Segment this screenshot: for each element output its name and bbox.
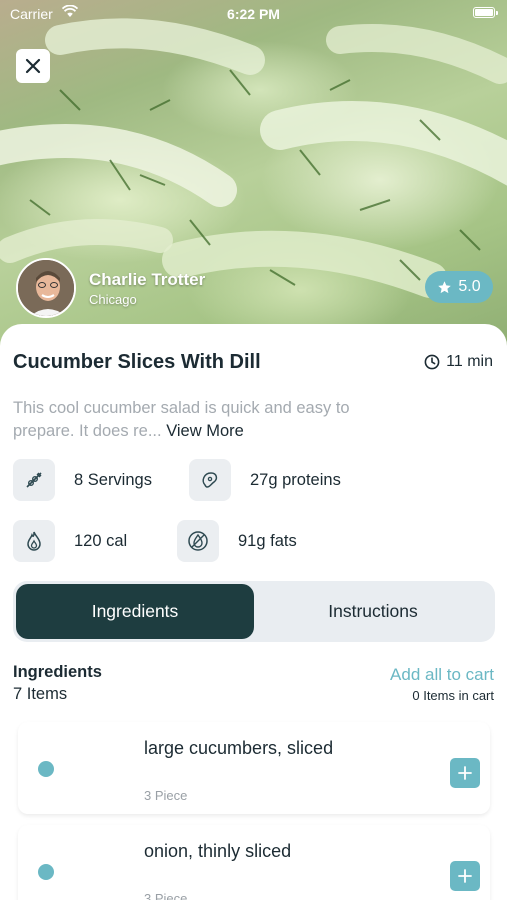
tab-instructions[interactable]: Instructions xyxy=(254,584,492,639)
recipe-tab-bar: Ingredients Instructions xyxy=(13,581,495,642)
nutrition-fats: 91g fats xyxy=(177,520,297,562)
close-icon xyxy=(25,58,41,74)
chef-avatar xyxy=(16,258,76,318)
cook-time: 11 min xyxy=(424,353,493,371)
chef-city: Chicago xyxy=(89,291,137,307)
plus-icon xyxy=(458,869,472,883)
cart-item-count: 0 Items in cart xyxy=(412,688,494,703)
ingredient-name: large cucumbers, sliced xyxy=(144,738,334,758)
recipe-title: Cucumber Slices With Dill xyxy=(13,351,261,373)
ingredient-name: onion, thinly sliced xyxy=(144,841,292,861)
nutrition-protein: 27g proteins xyxy=(189,459,341,501)
bullet-dot xyxy=(38,864,54,880)
calories-label: 120 cal xyxy=(74,531,128,550)
protein-label: 27g proteins xyxy=(250,470,341,489)
rating-badge: 5.0 xyxy=(425,271,493,303)
chef-name: Charlie Trotter xyxy=(89,269,206,289)
ingredient-item: onion, thinly sliced 3 Piece xyxy=(18,825,490,900)
status-time: 6:22 PM xyxy=(227,6,280,22)
recipe-description: This cool cucumber salad is quick and ea… xyxy=(13,397,353,443)
nutrition-servings: 8 Servings xyxy=(13,459,152,501)
tab-ingredients[interactable]: Ingredients xyxy=(16,584,254,639)
battery-icon xyxy=(473,7,498,18)
rating-value: 5.0 xyxy=(458,278,481,295)
chef-info[interactable]: Charlie Trotter Chicago xyxy=(16,258,205,318)
add-all-to-cart-button[interactable]: Add all to cart xyxy=(390,665,494,685)
ingredients-header: Ingredients 7 Items xyxy=(13,663,102,704)
fats-icon xyxy=(177,520,219,562)
cook-time-value: 11 min xyxy=(446,353,493,370)
cart-summary: Add all to cart 0 Items in cart xyxy=(390,665,494,703)
nutrition-calories: 120 cal xyxy=(13,520,127,562)
servings-label: 8 Servings xyxy=(74,470,152,489)
ingredients-count: 7 Items xyxy=(13,685,68,703)
add-to-cart-button[interactable] xyxy=(450,861,480,891)
ingredient-quantity: 3 Piece xyxy=(144,788,188,803)
clock-icon xyxy=(424,354,440,370)
protein-icon xyxy=(189,459,231,501)
plus-icon xyxy=(458,766,472,780)
calories-icon xyxy=(13,520,55,562)
close-button[interactable] xyxy=(16,49,50,83)
ingredient-quantity: 3 Piece xyxy=(144,891,188,900)
add-to-cart-button[interactable] xyxy=(450,758,480,788)
view-more-link[interactable]: View More xyxy=(166,422,244,440)
ingredient-item: large cucumbers, sliced 3 Piece xyxy=(18,722,490,814)
star-icon xyxy=(438,280,452,293)
fats-label: 91g fats xyxy=(238,531,297,550)
ingredients-title: Ingredients xyxy=(13,663,102,681)
bullet-dot xyxy=(38,761,54,777)
servings-icon xyxy=(13,459,55,501)
status-bar: Carrier 6:22 PM xyxy=(0,0,507,28)
